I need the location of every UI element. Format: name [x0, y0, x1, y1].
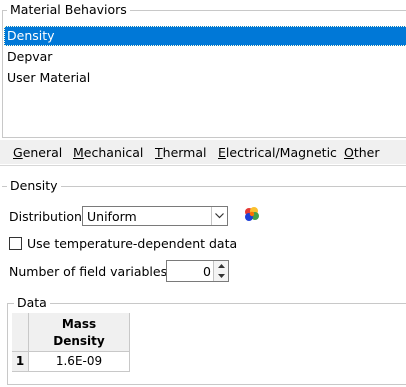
distribution-select[interactable]: Uniform	[82, 206, 228, 226]
column-header-line1: Mass	[61, 317, 97, 331]
color-palette-icon[interactable]	[243, 206, 261, 222]
material-behaviors-list[interactable]: Density Depvar User Material	[4, 26, 406, 130]
density-section-title: Density	[7, 178, 61, 193]
behavior-menu-bar: General Mechanical Thermal Electrical/Ma…	[0, 140, 406, 164]
mass-density-cell[interactable]: 1.6E-09	[29, 352, 130, 372]
temperature-dependent-checkbox[interactable]	[9, 237, 22, 250]
menu-other[interactable]: Other	[344, 145, 380, 160]
table-corner	[12, 313, 29, 352]
behavior-item-user-material[interactable]: User Material	[4, 68, 406, 88]
menu-electrical-magnetic[interactable]: Electrical/Magnetic	[218, 145, 337, 160]
stepper-down-icon[interactable]	[214, 271, 228, 281]
behavior-item-density[interactable]: Density	[4, 26, 406, 46]
behavior-item-depvar[interactable]: Depvar	[4, 47, 406, 67]
distribution-value: Uniform	[87, 209, 137, 224]
field-variables-stepper[interactable]: 0	[166, 260, 229, 282]
menu-general[interactable]: General	[13, 145, 62, 160]
field-variables-label: Number of field variables:	[9, 264, 172, 279]
field-variables-value: 0	[203, 264, 211, 279]
chevron-down-icon[interactable]	[211, 207, 227, 225]
stepper-buttons	[213, 261, 228, 281]
column-header-line2: Density	[53, 334, 105, 348]
row-header-1[interactable]: 1	[12, 352, 29, 372]
material-behaviors-title: Material Behaviors	[7, 2, 130, 17]
menu-thermal[interactable]: Thermal	[155, 145, 206, 160]
temperature-dependent-label: Use temperature-dependent data	[27, 236, 238, 251]
menu-separator	[0, 165, 406, 166]
menu-mechanical[interactable]: Mechanical	[73, 145, 143, 160]
mass-density-column-header[interactable]: Mass Density	[29, 313, 130, 352]
data-title: Data	[14, 295, 50, 310]
distribution-label: Distribution:	[9, 209, 87, 224]
